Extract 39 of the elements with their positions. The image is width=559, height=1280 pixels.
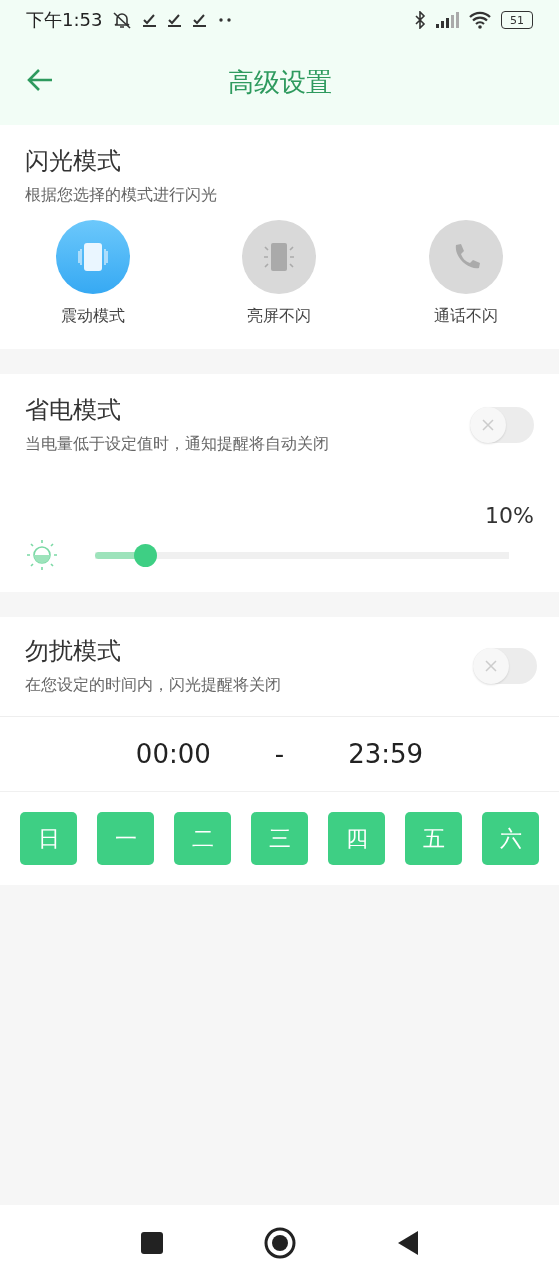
home-icon[interactable] xyxy=(263,1226,296,1259)
end-time[interactable]: 23:59 xyxy=(348,739,424,769)
percentage-value: 10% xyxy=(484,503,534,528)
battery-indicator: 51 xyxy=(501,11,533,29)
weekday-button[interactable]: 二 xyxy=(174,812,231,865)
weekday-button[interactable]: 一 xyxy=(97,812,154,865)
weekday-button[interactable]: 日 xyxy=(20,812,77,865)
section-description: 当电量低于设定值时，通知提醒将自动关闭 xyxy=(25,434,329,455)
page-title: 高级设置 xyxy=(227,66,332,99)
back-button[interactable] xyxy=(26,68,54,92)
toggle-switch[interactable] xyxy=(470,406,534,443)
bluetooth-icon xyxy=(414,11,426,29)
start-time[interactable]: 00:00 xyxy=(135,739,211,769)
time-separator: - xyxy=(274,739,285,769)
download-done-icon xyxy=(167,12,184,28)
signal-icon xyxy=(435,12,459,28)
mode-option[interactable]: 通话不闪 xyxy=(372,220,559,327)
close-icon xyxy=(481,417,495,432)
brightness-icon xyxy=(25,538,59,572)
wifi-icon xyxy=(468,11,492,29)
recent-apps-icon[interactable] xyxy=(139,1230,164,1255)
section-title: 闪光模式 xyxy=(25,146,122,177)
mode-option[interactable]: 亮屏不闪 xyxy=(186,220,373,327)
weekday-button[interactable]: 四 xyxy=(328,812,385,865)
slider-thumb[interactable] xyxy=(134,543,158,567)
close-icon xyxy=(484,658,498,673)
status-time: 下午1:53 xyxy=(26,8,103,32)
more-dots-icon xyxy=(217,17,234,23)
weekday-button[interactable]: 三 xyxy=(251,812,308,865)
section-title: 省电模式 xyxy=(25,395,122,426)
section-title: 勿扰模式 xyxy=(25,636,122,667)
toggle-switch[interactable] xyxy=(473,647,537,684)
weekday-button[interactable]: 六 xyxy=(482,812,539,865)
weekday-button[interactable]: 五 xyxy=(405,812,462,865)
mode-option[interactable]: 震动模式 xyxy=(0,220,187,327)
section-description: 根据您选择的模式进行闪光 xyxy=(25,185,218,206)
download-done-icon xyxy=(192,12,209,28)
section-description: 在您设定的时间内，闪光提醒将关闭 xyxy=(25,675,281,696)
download-done-icon xyxy=(142,12,159,28)
